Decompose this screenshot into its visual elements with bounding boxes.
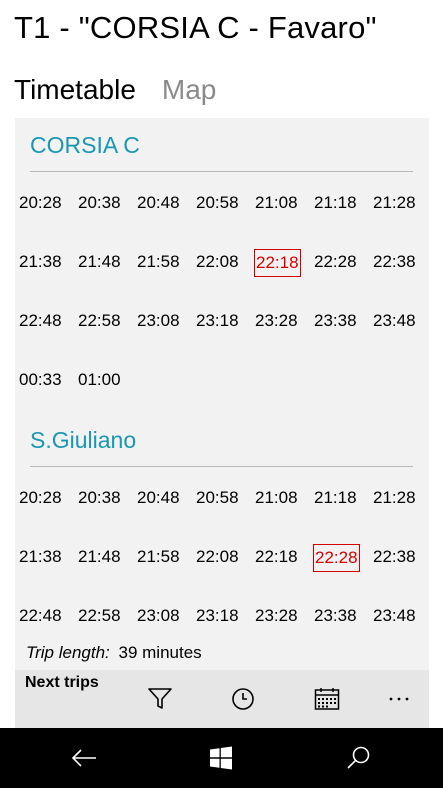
page-title: T1 - "CORSIA C - Favaro" — [14, 10, 377, 45]
departure-row: 00:33 01:00 — [15, 367, 429, 397]
departure-time[interactable]: 21:18 — [313, 485, 358, 513]
section-divider — [30, 466, 413, 467]
more-button[interactable] — [379, 682, 419, 716]
departure-time-next[interactable]: 22:18 — [254, 249, 301, 277]
departure-row: 21:38 21:48 21:58 22:08 22:18 22:28 22:38 — [15, 544, 429, 574]
tab-timetable[interactable]: Timetable — [14, 74, 136, 106]
departure-time[interactable]: 23:48 — [372, 603, 417, 631]
more-icon — [389, 697, 409, 701]
stop-name: S.Giuliano — [30, 427, 137, 453]
trip-length-value: 39 minutes — [118, 643, 202, 662]
departure-time[interactable]: 22:08 — [195, 544, 240, 572]
departure-time[interactable]: 20:38 — [77, 190, 122, 218]
departure-time[interactable]: 23:18 — [195, 308, 240, 336]
departure-time[interactable]: 01:00 — [77, 367, 122, 395]
departure-time[interactable]: 23:28 — [254, 603, 299, 631]
trip-length: Trip length: 39 minutes — [26, 643, 202, 663]
departure-time[interactable]: 21:38 — [18, 544, 63, 572]
next-trips-label[interactable]: Next trips — [25, 674, 99, 692]
departure-time[interactable]: 20:58 — [195, 190, 240, 218]
clock-icon — [232, 688, 254, 710]
departure-time[interactable]: 22:38 — [372, 544, 417, 572]
timetable-panel[interactable]: CORSIA C 20:28 20:38 20:48 20:58 21:08 21:18 2… — [15, 118, 429, 670]
section-divider — [30, 171, 413, 172]
date-button[interactable] — [307, 682, 347, 716]
filter-button[interactable] — [140, 682, 180, 716]
departure-time[interactable]: 20:48 — [136, 190, 181, 218]
departure-time[interactable]: 21:58 — [136, 544, 181, 572]
departure-time[interactable]: 23:38 — [313, 308, 358, 336]
departure-time[interactable]: 00:33 — [18, 367, 63, 395]
departure-time[interactable]: 20:38 — [77, 485, 122, 513]
system-nav-bar — [0, 728, 443, 788]
start-button[interactable] — [201, 740, 241, 776]
departure-row: 21:38 21:48 21:58 22:08 22:18 22:28 22:38 — [15, 249, 429, 279]
departure-time[interactable]: 20:48 — [136, 485, 181, 513]
departure-time[interactable]: 21:58 — [136, 249, 181, 277]
tab-map[interactable]: Map — [162, 74, 216, 106]
departure-time[interactable]: 22:48 — [18, 603, 63, 631]
departure-row: 20:28 20:38 20:48 20:58 21:08 21:18 21:28 — [15, 485, 429, 515]
departure-row: 22:48 22:58 23:08 23:18 23:28 23:38 23:48 — [15, 603, 429, 633]
calendar-icon — [314, 688, 340, 710]
departure-time[interactable]: 22:08 — [195, 249, 240, 277]
departure-time[interactable]: 23:18 — [195, 603, 240, 631]
departure-row: 20:28 20:38 20:48 20:58 21:08 21:18 21:28 — [15, 190, 429, 220]
departure-time[interactable]: 23:38 — [313, 603, 358, 631]
departure-time[interactable]: 22:58 — [77, 603, 122, 631]
search-button[interactable] — [338, 740, 378, 776]
departure-row: 22:48 22:58 23:08 23:18 23:28 23:38 23:48 — [15, 308, 429, 338]
departure-time[interactable]: 22:28 — [313, 249, 358, 277]
stop-name: CORSIA C — [30, 132, 140, 158]
departure-time[interactable]: 22:48 — [18, 308, 63, 336]
departure-time[interactable]: 21:38 — [18, 249, 63, 277]
search-icon — [347, 746, 370, 769]
departure-time[interactable]: 23:08 — [136, 603, 181, 631]
command-bar: Next trips — [15, 670, 429, 728]
departure-time[interactable]: 20:28 — [18, 190, 63, 218]
trip-length-label: Trip length: — [26, 643, 110, 662]
departure-time[interactable]: 23:08 — [136, 308, 181, 336]
departure-time[interactable]: 22:38 — [372, 249, 417, 277]
departure-time[interactable]: 21:08 — [254, 485, 299, 513]
departure-time[interactable]: 21:08 — [254, 190, 299, 218]
departure-time[interactable]: 22:18 — [254, 544, 299, 572]
filter-icon — [148, 688, 172, 709]
departure-time[interactable]: 21:48 — [77, 249, 122, 277]
departure-time[interactable]: 21:28 — [372, 485, 417, 513]
departure-time[interactable]: 21:18 — [313, 190, 358, 218]
pivot-tabs: Timetable Map — [14, 74, 216, 106]
departure-time[interactable]: 23:28 — [254, 308, 299, 336]
departure-time[interactable]: 21:48 — [77, 544, 122, 572]
departure-time[interactable]: 20:28 — [18, 485, 63, 513]
windows-start-icon — [210, 746, 232, 770]
departure-time[interactable]: 23:48 — [372, 308, 417, 336]
back-button[interactable] — [64, 740, 104, 776]
departure-time[interactable]: 20:58 — [195, 485, 240, 513]
departure-time[interactable]: 22:58 — [77, 308, 122, 336]
departure-time-next[interactable]: 22:28 — [313, 544, 360, 572]
back-icon — [71, 749, 96, 767]
time-button[interactable] — [223, 682, 263, 716]
departure-time[interactable]: 21:28 — [372, 190, 417, 218]
